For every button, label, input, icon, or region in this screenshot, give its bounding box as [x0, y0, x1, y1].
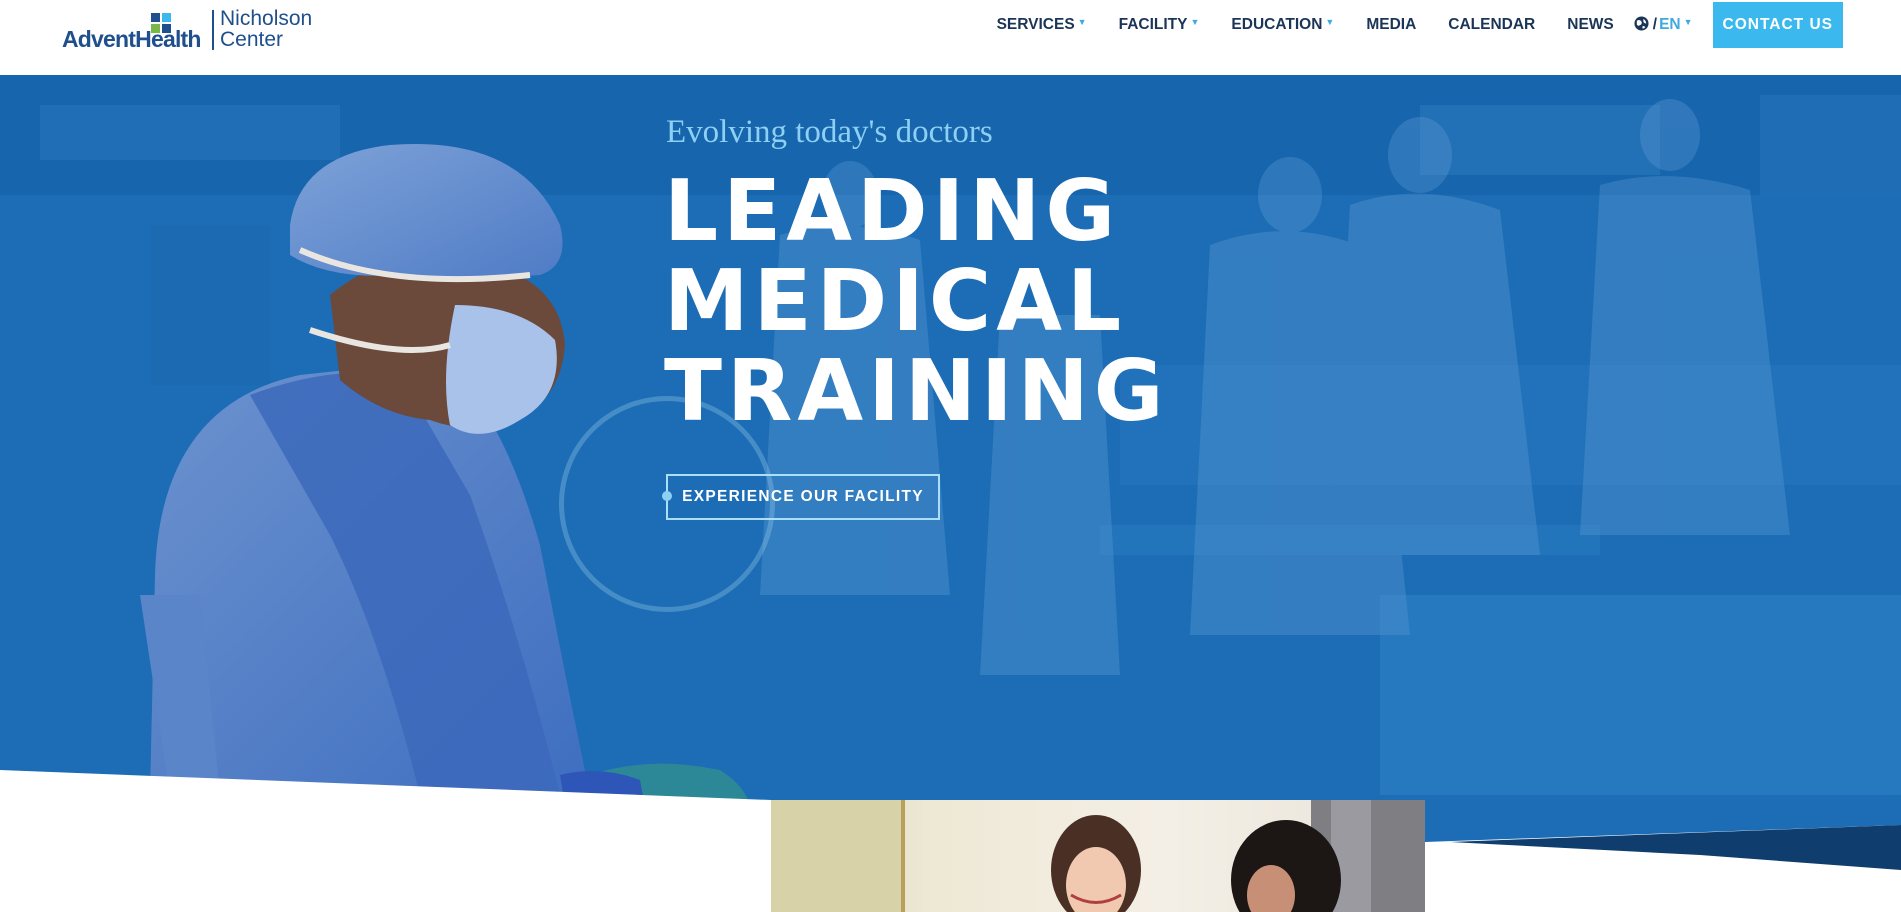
- caret-down-icon: ▼: [1077, 17, 1087, 27]
- contact-us-button[interactable]: CONTACT US: [1712, 2, 1843, 48]
- cta-label: EXPERIENCE OUR FACILITY: [682, 488, 924, 505]
- logo-advent-text: AdventHealth: [62, 26, 201, 52]
- hero-section: Evolving today's doctors LEADING MEDICAL…: [0, 75, 1901, 912]
- nav-item-label: CALENDAR: [1448, 16, 1536, 33]
- cta-dot: [662, 491, 672, 501]
- globe-icon: [1634, 15, 1649, 31]
- nav-item-label: EDUCATION: [1231, 16, 1323, 33]
- caret-down-icon: ▼: [1325, 17, 1335, 27]
- nav-item-label: SERVICES: [996, 16, 1075, 33]
- nav-item-label: NEWS: [1567, 16, 1614, 33]
- nav-item-facility[interactable]: FACILITY ▼: [1119, 16, 1200, 34]
- logo-divider: [212, 10, 214, 50]
- caret-down-icon: ▼: [1683, 17, 1693, 27]
- nav-item-education[interactable]: EDUCATION ▼: [1231, 16, 1334, 34]
- headline-line-1: LEADING: [664, 162, 1121, 261]
- nav-item-label: FACILITY: [1118, 16, 1188, 33]
- experience-facility-button[interactable]: EXPERIENCE OUR FACILITY: [662, 474, 940, 520]
- main-nav: SERVICES ▼ FACILITY ▼ EDUCATION ▼ MEDIA …: [965, 0, 1843, 50]
- logo-center-line2: Center: [220, 28, 284, 51]
- hero-tagline: Evolving today's doctors: [666, 114, 993, 150]
- logo-center-text: Nicholson Center: [220, 8, 312, 50]
- headline-line-3: TRAINING: [664, 342, 1169, 441]
- language-code: EN: [1659, 16, 1681, 33]
- nav-item-services[interactable]: SERVICES ▼: [997, 16, 1087, 34]
- language-selector[interactable]: / EN ▼: [1634, 15, 1693, 34]
- nav-item-label: MEDIA: [1366, 16, 1417, 33]
- hero-headline: LEADING MEDICAL TRAINING: [664, 167, 1169, 437]
- logo-center-line1: Nicholson: [220, 7, 313, 30]
- language-slash: /: [1652, 16, 1658, 33]
- caret-down-icon: ▼: [1190, 17, 1200, 27]
- headline-line-2: MEDICAL: [664, 252, 1127, 351]
- nav-item-media[interactable]: MEDIA: [1366, 16, 1416, 34]
- nav-item-calendar[interactable]: CALENDAR: [1448, 16, 1535, 34]
- featured-photo: [771, 800, 1425, 912]
- nav-item-news[interactable]: NEWS: [1567, 16, 1614, 34]
- photo-people-image: [771, 800, 1425, 912]
- site-header: AdventHealth Nicholson Center SERVICES ▼…: [0, 0, 1901, 75]
